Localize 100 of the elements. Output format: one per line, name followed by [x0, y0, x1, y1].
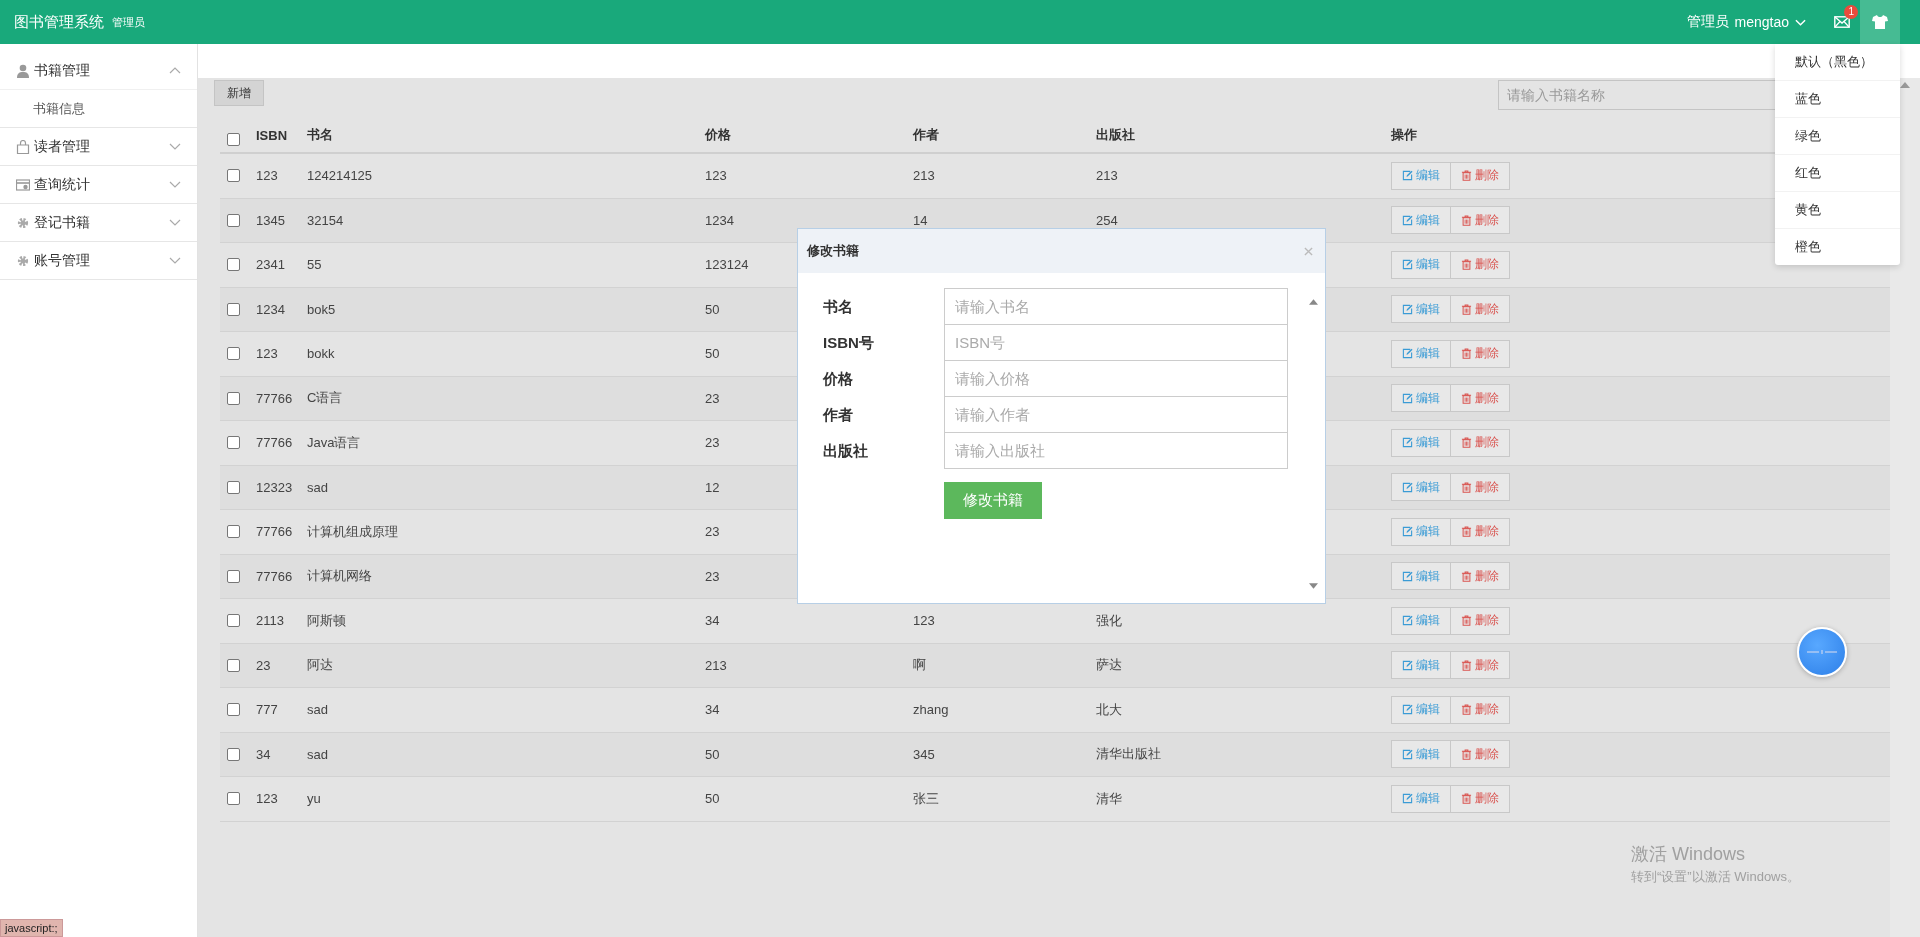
sidebar-item[interactable]: 读者管理 [0, 128, 197, 165]
table-cell: 计算机网络 [307, 567, 372, 586]
edit-button[interactable]: 编辑 [1391, 295, 1451, 324]
table-cell: 北大 [1096, 700, 1122, 719]
role-label: 管理员 [112, 14, 145, 30]
edit-button[interactable]: 编辑 [1391, 651, 1451, 680]
table-cell: 50 [705, 346, 720, 362]
user-menu[interactable]: 管理员 mengtao [1686, 13, 1806, 31]
delete-button[interactable]: 删除 [1451, 562, 1510, 591]
table-cell: 12 [705, 479, 720, 495]
table-cell: 345 [913, 746, 935, 762]
table-cell: 34 [256, 746, 271, 762]
table-cell: 123 [913, 613, 935, 629]
edit-button[interactable]: 编辑 [1391, 206, 1451, 235]
delete-button[interactable]: 删除 [1451, 250, 1510, 279]
edit-button[interactable]: 编辑 [1391, 384, 1451, 413]
edit-button[interactable]: 编辑 [1391, 784, 1451, 813]
table-cell: 213 [913, 168, 935, 184]
edit-button[interactable]: 编辑 [1391, 740, 1451, 769]
table-cell: 萨达 [1096, 656, 1122, 675]
edit-button[interactable]: 编辑 [1391, 428, 1451, 457]
edit-button[interactable]: 编辑 [1391, 250, 1451, 279]
menu-item[interactable]: 黄色 [1775, 192, 1900, 229]
app-title: 图书管理系统 [14, 12, 104, 32]
delete-button[interactable]: 删除 [1451, 384, 1510, 413]
edit-button[interactable]: 编辑 [1391, 695, 1451, 724]
delete-button[interactable]: 删除 [1451, 784, 1510, 813]
table-cell: 34 [705, 613, 720, 629]
table-cell: 张三 [913, 789, 939, 808]
delete-button[interactable]: 删除 [1451, 161, 1510, 190]
table-cell: 123 [256, 168, 278, 184]
table-cell: 23 [705, 435, 720, 451]
menu-item[interactable]: 红色 [1775, 155, 1900, 192]
sidebar-item[interactable]: 登记书籍 [0, 204, 197, 241]
delete-button[interactable]: 删除 [1451, 740, 1510, 769]
table-cell: 32154 [307, 212, 344, 228]
table-cell: 清华出版社 [1096, 745, 1161, 764]
table-cell: 77766 [256, 568, 293, 584]
input-field[interactable]: 请输入书名 [944, 288, 1288, 325]
sidebar-item[interactable]: 书籍管理 [0, 52, 197, 89]
field-label: 出版社 [823, 441, 869, 461]
field-label: 书名 [823, 297, 854, 317]
sidebar-subitem[interactable]: 书籍信息 [0, 89, 197, 127]
activation-title: 激活 Windows [1631, 843, 1747, 866]
table-cell: 14 [913, 212, 928, 228]
add-button[interactable]: 新增 [214, 80, 264, 106]
table-cell: 2113 [256, 613, 284, 629]
mail-button[interactable]: 1 [1824, 0, 1860, 44]
input-field[interactable]: 请输入作者 [944, 396, 1288, 433]
sidebar-item[interactable]: 查询统计 [0, 166, 197, 203]
column-header: 操作 [1391, 126, 1417, 144]
submit-button[interactable]: 修改书籍 [944, 482, 1042, 519]
table-cell: C语言 [307, 389, 343, 408]
table-cell: 254 [1096, 212, 1118, 228]
field-label: 价格 [823, 369, 854, 389]
column-header: 书名 [307, 126, 333, 144]
table-cell: 77766 [256, 524, 293, 540]
input-field[interactable]: ISBN号 [944, 324, 1288, 361]
column-header: 作者 [913, 126, 939, 144]
menu-item[interactable]: 默认（黑色） [1775, 44, 1900, 81]
edit-button[interactable]: 编辑 [1391, 339, 1451, 368]
table-cell: yu [307, 791, 321, 807]
table-cell: 23 [256, 657, 271, 673]
column-header: 出版社 [1096, 126, 1135, 144]
table-cell: 阿达 [307, 656, 333, 675]
edit-button[interactable]: 编辑 [1391, 562, 1451, 591]
menu-item[interactable]: 蓝色 [1775, 81, 1900, 118]
delete-button[interactable]: 删除 [1451, 339, 1510, 368]
table-cell: 1234 [705, 212, 734, 228]
table-cell: 2341 [256, 257, 285, 273]
menu-item[interactable]: 橙色 [1775, 229, 1900, 265]
table-cell: 77766 [256, 390, 293, 406]
table-cell: 23 [705, 524, 720, 540]
delete-button[interactable]: 删除 [1451, 651, 1510, 680]
delete-button[interactable]: 删除 [1451, 206, 1510, 235]
edit-button[interactable]: 编辑 [1391, 606, 1451, 635]
delete-button[interactable]: 删除 [1451, 295, 1510, 324]
table-cell: 55 [307, 257, 322, 273]
sidebar-item[interactable]: 账号管理 [0, 242, 197, 279]
input-field[interactable]: 请输入出版社 [944, 432, 1288, 469]
input-field[interactable]: 请输入价格 [944, 360, 1288, 397]
delete-button[interactable]: 删除 [1451, 606, 1510, 635]
table-cell: sad [307, 702, 328, 718]
table-cell: 强化 [1096, 611, 1122, 630]
table-cell: 123 [256, 791, 278, 807]
delete-button[interactable]: 删除 [1451, 428, 1510, 457]
delete-button[interactable]: 删除 [1451, 695, 1510, 724]
delete-button[interactable]: 删除 [1451, 517, 1510, 546]
table-cell: bok5 [307, 301, 336, 317]
table-cell: 啊 [913, 656, 926, 675]
field-label: ISBN号 [823, 333, 875, 353]
menu-item[interactable]: 绿色 [1775, 118, 1900, 155]
table-cell: 清华 [1096, 789, 1122, 808]
delete-button[interactable]: 删除 [1451, 473, 1510, 502]
edit-button[interactable]: 编辑 [1391, 161, 1451, 190]
column-header: ISBN [256, 127, 288, 143]
table-cell: 50 [705, 791, 720, 807]
edit-button[interactable]: 编辑 [1391, 517, 1451, 546]
table-cell: 1345 [256, 212, 285, 228]
edit-button[interactable]: 编辑 [1391, 473, 1451, 502]
